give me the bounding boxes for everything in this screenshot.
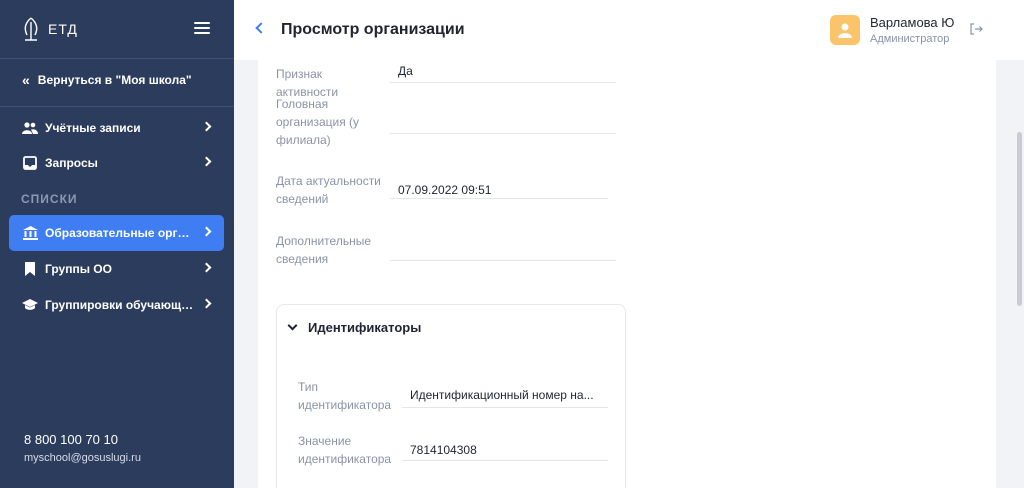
support-contacts: 8 800 100 70 10 myschool@gosuslugi.ru: [24, 432, 141, 464]
field-underline: [390, 82, 616, 83]
page-title: Просмотр организации: [281, 21, 465, 38]
sidebar-item-label: Учётные записи: [45, 121, 141, 135]
support-email[interactable]: myschool@gosuslugi.ru: [24, 452, 141, 464]
sidebar-item-student-groupings[interactable]: Группировки обучающихся: [9, 287, 224, 323]
field-value-identifier-type: Идентификационный номер на...: [410, 388, 594, 402]
inbox-icon: [22, 155, 38, 171]
chevron-right-icon: [201, 226, 212, 237]
sidebar: ЕТД « Вернуться в "Моя школа" Учётные за…: [0, 0, 234, 488]
scrollbar[interactable]: [1017, 132, 1022, 306]
chevron-right-icon: [201, 262, 212, 273]
sidebar-item-label: Запросы: [45, 156, 98, 170]
sidebar-item-requests[interactable]: Запросы: [9, 145, 224, 181]
field-value-identifier-value: 7814104308: [410, 443, 477, 457]
field-label-identifier-value: Значение идентификатора: [298, 434, 392, 466]
chevron-right-icon: [201, 156, 212, 167]
field-label-additional-info: Дополнительные сведения: [276, 234, 371, 266]
back-arrow-icon[interactable]: [255, 22, 267, 34]
user-name[interactable]: Варламова Ю: [870, 15, 954, 30]
user-role: Администратор: [870, 33, 950, 45]
field-value-active: Да: [398, 64, 413, 78]
sidebar-item-educational-organizations[interactable]: Образовательные организации: [9, 215, 224, 251]
field-label-identifier-type: Тип идентификатора: [298, 380, 392, 412]
avatar[interactable]: [830, 15, 860, 45]
bookmark-icon: [22, 261, 38, 277]
brand-name: ЕТД: [48, 21, 78, 37]
brand[interactable]: ЕТД: [21, 14, 78, 44]
logout-icon[interactable]: [970, 22, 986, 38]
chevron-right-icon: [201, 298, 212, 309]
sidebar-item-label: Группировки обучающихся: [45, 298, 195, 312]
field-value-relevance-date: 07.09.2022 09:51: [398, 183, 492, 197]
logo-icon: [21, 16, 41, 42]
double-chevron-left-icon: «: [22, 72, 30, 88]
sidebar-item-label: Группы ОО: [45, 262, 112, 276]
field-underline: [402, 460, 608, 461]
field-underline: [390, 198, 608, 199]
back-to-school-link[interactable]: « Вернуться в "Моя школа": [22, 73, 192, 87]
field-label-relevance-date: Дата актуальности сведений: [276, 174, 381, 206]
identifiers-toggle[interactable]: Идентификаторы: [287, 320, 422, 335]
chevron-down-icon: [287, 320, 298, 331]
menu-toggle-icon[interactable]: [194, 22, 210, 36]
section-label-lists: СПИСКИ: [21, 192, 78, 206]
divider: [0, 58, 234, 59]
sidebar-item-oo-groups[interactable]: Группы ОО: [9, 251, 224, 287]
sidebar-item-label: Образовательные организации: [45, 226, 191, 240]
field-underline: [390, 260, 616, 261]
field-label-head-organization: Головная организация (у филиала): [276, 97, 360, 147]
users-icon: [22, 120, 38, 136]
field-underline: [402, 407, 608, 408]
user-icon: [838, 23, 852, 38]
divider: [0, 106, 234, 107]
chevron-right-icon: [201, 121, 212, 132]
support-phone[interactable]: 8 800 100 70 10: [24, 432, 141, 447]
back-link-label: Вернуться в "Моя школа": [37, 73, 192, 87]
page-header: Просмотр организации Варламова Ю Админис…: [234, 0, 1024, 60]
identifiers-title: Идентификаторы: [308, 320, 422, 335]
institution-icon: [22, 225, 38, 241]
field-underline: [390, 133, 616, 134]
sidebar-item-accounts[interactable]: Учётные записи: [9, 110, 224, 146]
graduation-cap-icon: [22, 297, 38, 313]
